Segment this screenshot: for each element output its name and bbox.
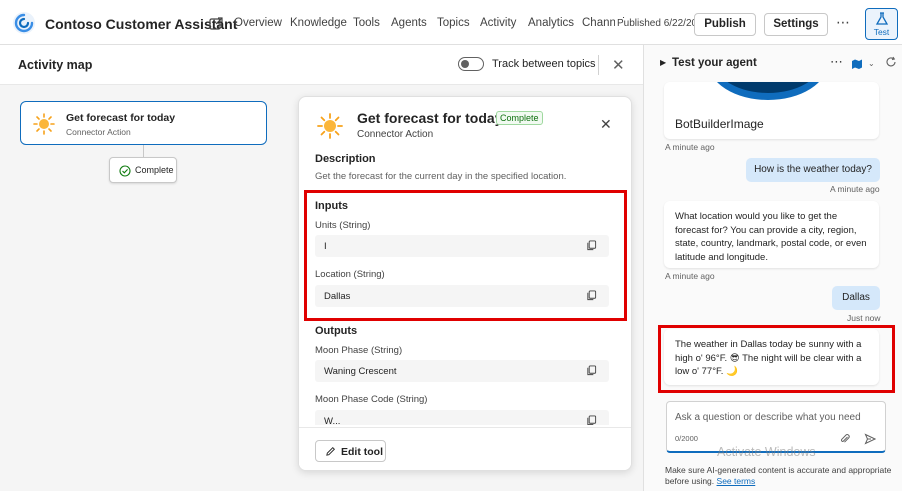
more-options-icon[interactable]: ⋯ <box>836 14 851 31</box>
test-label: Test <box>873 27 890 37</box>
see-terms-link[interactable]: See terms <box>717 476 756 486</box>
action-node[interactable]: Get forecast for today Connector Action <box>20 101 267 145</box>
activity-map-title: Activity map <box>18 58 93 72</box>
timestamp: Just now <box>847 313 881 323</box>
description-text: Get the forecast for the current day in … <box>315 171 567 182</box>
close-activity-map-icon[interactable]: ✕ <box>612 56 625 74</box>
nav-overview[interactable]: Overview <box>234 17 282 29</box>
inputs-highlight-box <box>304 190 627 321</box>
disclaimer-text: Make sure AI-generated content is accura… <box>665 465 892 486</box>
track-topics-toggle[interactable] <box>458 57 484 71</box>
node-title: Get forecast for today <box>66 112 176 124</box>
complete-status-label: Complete <box>135 165 174 175</box>
test-agent-panel: ▶ Test your agent ⋯ ⌄ BotBuilderImage A … <box>643 45 902 491</box>
copy-icon[interactable] <box>586 415 597 425</box>
attach-icon[interactable] <box>839 433 851 445</box>
output-value: W... <box>324 416 341 425</box>
complete-status-pill[interactable]: Complete <box>109 157 177 183</box>
output-label: Moon Phase (String) <box>315 345 403 356</box>
edit-tool-label: Edit tool <box>341 446 383 458</box>
edit-tool-button[interactable]: Edit tool <box>315 440 386 462</box>
settings-button[interactable]: Settings <box>764 13 828 36</box>
close-detail-icon[interactable]: ✕ <box>600 116 612 133</box>
publish-button[interactable]: Publish <box>694 13 756 36</box>
top-bar: Contoso Customer Assistant Overview Know… <box>0 0 902 45</box>
outputs-heading: Outputs <box>315 325 358 337</box>
nav-agents[interactable]: Agents <box>391 17 427 29</box>
timestamp: A minute ago <box>665 271 715 281</box>
bot-image <box>708 82 828 100</box>
pencil-icon <box>326 447 335 456</box>
send-icon[interactable] <box>864 433 876 445</box>
ai-disclaimer: Make sure AI-generated content is accura… <box>665 465 893 487</box>
share-icon[interactable] <box>208 15 224 31</box>
test-panel-header: ▶ Test your agent ⋯ ⌄ <box>644 45 902 82</box>
user-message: How is the weather today? <box>746 158 880 182</box>
nav-tools[interactable]: Tools <box>353 17 380 29</box>
nav-analytics[interactable]: Analytics <box>528 17 574 29</box>
image-card-label: BotBuilderImage <box>675 117 764 131</box>
timestamp: A minute ago <box>665 142 715 152</box>
description-heading: Description <box>315 153 376 165</box>
test-panel-title: Test your agent <box>672 57 757 69</box>
detail-footer: Edit tool <box>299 427 631 470</box>
image-card: BotBuilderImage <box>664 82 879 139</box>
nav-topics[interactable]: Topics <box>437 17 470 29</box>
sun-icon <box>317 113 343 139</box>
output-field-moon-phase: Waning Crescent <box>315 360 609 382</box>
char-count: 0/2000 <box>675 434 698 443</box>
timestamp: A minute ago <box>830 184 880 194</box>
complete-badge: Complete <box>496 111 543 125</box>
track-topics-label: Track between topics <box>492 58 596 70</box>
divider <box>598 55 599 75</box>
copilot-studio-logo-icon <box>13 12 35 34</box>
node-connector <box>143 145 144 157</box>
dropdown-chevron-icon[interactable]: ⌄ <box>868 59 875 68</box>
copy-icon[interactable] <box>586 365 597 376</box>
output-value: Waning Crescent <box>324 366 397 377</box>
bot-message: What location would you like to get the … <box>664 201 879 268</box>
nav-activity[interactable]: Activity <box>480 17 516 29</box>
checkmark-circle-icon <box>119 165 131 177</box>
activity-map-header: Activity map Track between topics ✕ <box>0 45 643 85</box>
collapse-chevron-icon[interactable]: ▶ <box>660 58 666 67</box>
beaker-icon <box>875 12 888 25</box>
more-options-icon[interactable]: ⋯ <box>830 54 844 70</box>
detail-title: Get forecast for today <box>357 110 503 126</box>
user-message: Dallas <box>832 286 880 310</box>
node-subtitle: Connector Action <box>66 127 131 137</box>
reply-highlight-box <box>658 325 895 393</box>
map-icon[interactable] <box>851 58 863 70</box>
detail-subtitle: Connector Action <box>357 129 434 140</box>
output-label: Moon Phase Code (String) <box>315 394 428 405</box>
activate-windows-watermark: Activate Windows <box>717 445 816 459</box>
refresh-icon[interactable] <box>885 56 897 68</box>
test-button[interactable]: Test <box>865 8 898 40</box>
sun-icon <box>33 113 55 135</box>
output-field-moon-phase-code: W... <box>315 410 609 425</box>
chat-input-placeholder: Ask a question or describe what you need <box>675 412 861 423</box>
nav-knowledge[interactable]: Knowledge <box>290 17 347 29</box>
